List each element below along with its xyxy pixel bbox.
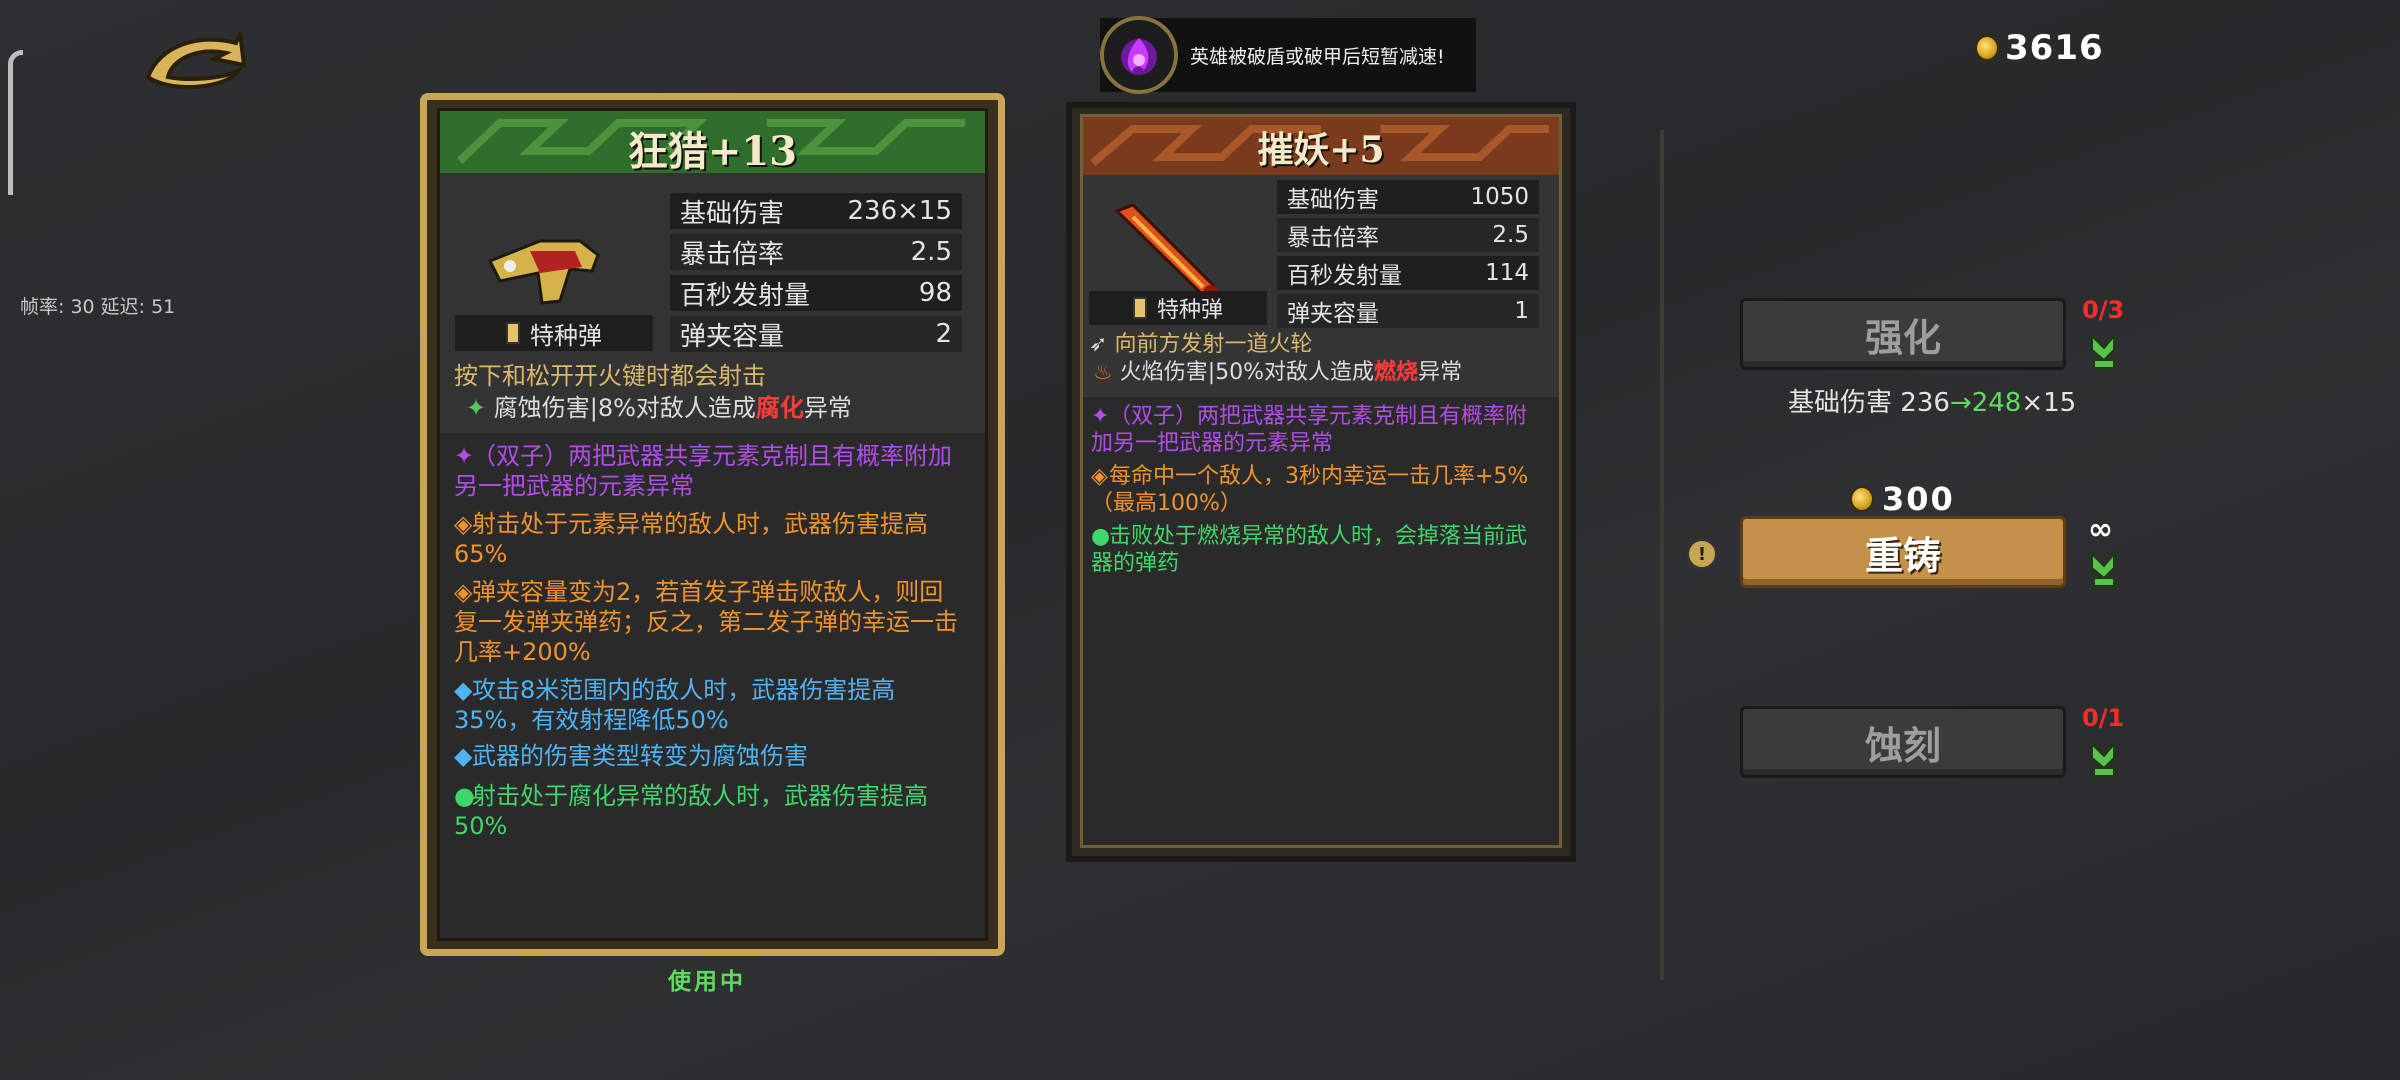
stat-value: 114 [1485, 260, 1529, 286]
perk-item: ◆武器的伤害类型转变为腐蚀伤害 [454, 742, 808, 770]
perk-item: ◈弹夹容量变为2，若首发子弹击败敌人，则回复一发弹夹弹药；反之，第二发子弹的幸运… [454, 578, 958, 666]
reforge-cost: 300 [1850, 480, 1955, 518]
perk-text: 武器的伤害类型转变为腐蚀伤害 [472, 742, 808, 770]
fps-latency-readout: 帧率: 30 延迟: 51 [20, 296, 176, 318]
gold-coin-icon [1850, 486, 1874, 512]
perk-item: ◈射击处于元素异常的敌人时，武器伤害提高65% [454, 510, 928, 568]
back-arrow-icon [145, 32, 247, 89]
gold-counter: 3616 [1975, 28, 2104, 68]
fire-icon: ♨ [1093, 360, 1113, 385]
perk-item: ◈每命中一个敌人，3秒内幸运一击几率+5%（最高100%） [1091, 464, 1529, 516]
damage-text: 火焰伤害|50%对敌人造成 [1119, 360, 1375, 385]
upgrade-preview-suffix: ×15 [2021, 388, 2077, 418]
perk-text: 弹夹容量变为2，若首发子弹击败敌人，则回复一发弹夹弹药；反之，第二发子弹的幸运一… [454, 578, 958, 666]
stat-label: 基础伤害 [680, 198, 785, 229]
weapon-description: 按下和松开开火键时都会射击 [454, 362, 766, 390]
ammo-label: 特种弹 [530, 321, 602, 350]
stat-row: 基础伤害 236×15 [670, 193, 962, 229]
status-effect-text: 腐化 [755, 394, 804, 422]
stat-row: 暴击倍率 2.5 [1277, 218, 1539, 252]
stat-label: 弹夹容量 [680, 321, 785, 352]
upgrade-preview-from: 236 [1900, 388, 1950, 418]
equipped-status: 使用中 [668, 969, 746, 995]
notice-banner: 英雄被破盾或破甲后短暂减速! [1100, 16, 1476, 94]
upgrade-button[interactable]: 强化 [1740, 298, 2066, 370]
stat-label: 弹夹容量 [1287, 301, 1379, 327]
green-up-arrow-icon [2091, 551, 2115, 587]
weapon-card-compare[interactable]: 摧妖+5 特种弹 基础伤害 1050 暴击倍率 2.5 百秒发射量 114 弹夹容量 1… [1066, 102, 1576, 862]
reforge-count: ∞ [2088, 512, 2113, 547]
perk-text: 射击处于元素异常的敌人时，武器伤害提高65% [454, 510, 928, 568]
stat-row: 百秒发射量 98 [670, 275, 962, 311]
perk-text: 攻击8米范围内的敌人时，武器伤害提高35%，有效射程降低50% [454, 676, 896, 734]
stat-label: 百秒发射量 [680, 280, 811, 311]
weapon-card-equipped[interactable]: 狂猎+13 特种弹 基础伤害 236×15 暴击倍率 2.5 百秒发射量 98 弹夹容… [420, 93, 1005, 956]
weapon-description: ➶ 向前方发射一道火轮 [1089, 331, 1312, 358]
stat-value: 236×15 [847, 196, 953, 226]
stat-value: 2.5 [910, 237, 952, 267]
stat-value: 1 [1514, 298, 1529, 324]
stat-row: 暴击倍率 2.5 [670, 234, 962, 270]
upgrade-preview-label: 基础伤害 [1788, 388, 1893, 418]
stat-row: 弹夹容量 2 [670, 316, 962, 352]
damage-description: ♨ 火焰伤害|50%对敌人造成燃烧异常 [1093, 359, 1462, 386]
weapon-description-text: 向前方发射一道火轮 [1114, 332, 1313, 357]
engrave-count: 0/1 [2082, 704, 2125, 732]
green-up-arrow-icon [2091, 333, 2115, 369]
reforge-button[interactable]: 重铸 [1740, 516, 2066, 588]
notice-text: 英雄被破盾或破甲后短暂减速! [1190, 45, 1445, 68]
perk-text: 射击处于腐化异常的敌人时，武器伤害提高50% [454, 782, 928, 840]
ammo-type: 特种弹 [455, 315, 653, 351]
perk-text: （双子）两把武器共享元素克制且有概率附加另一把武器的元素异常 [454, 442, 952, 500]
upgrade-preview-to: 248 [1971, 388, 2022, 418]
weapon-title: 摧妖+5 [1257, 129, 1385, 171]
status-effect-text: 燃烧 [1374, 360, 1419, 385]
stat-label: 暴击倍率 [1287, 225, 1379, 251]
damage-suffix: 异常 [803, 394, 852, 422]
perk-item: ✦（双子）两把武器共享元素克制且有概率附加另一把武器的元素异常 [1091, 404, 1528, 456]
stat-label: 暴击倍率 [680, 239, 785, 270]
stat-label: 百秒发射量 [1287, 263, 1402, 289]
ammo-icon [506, 322, 520, 344]
stat-value: 1050 [1470, 184, 1529, 210]
ammo-type: 特种弹 [1089, 291, 1267, 325]
fire-sword-icon [1103, 195, 1233, 305]
gold-amount: 3616 [2005, 28, 2104, 68]
perk-item: ●击败处于燃烧异常的敌人时，会掉落当前武器的弹药 [1091, 524, 1528, 576]
damage-text: 腐蚀伤害|8%对敌人造成 [493, 394, 756, 422]
stat-label: 基础伤害 [1287, 187, 1379, 213]
stat-value: 98 [918, 278, 952, 308]
perk-item: ◆攻击8米范围内的敌人时，武器伤害提高35%，有效射程降低50% [454, 676, 896, 734]
stat-value: 2 [935, 319, 952, 349]
upgrade-preview: 基础伤害 236→248×15 [1788, 382, 2076, 419]
ammo-label: 特种弹 [1156, 298, 1223, 323]
purple-flame-icon [1100, 16, 1178, 94]
shotgun-icon [480, 211, 610, 311]
weapon-title: 狂猎+13 [627, 128, 798, 175]
corrosion-icon: ✦ [466, 394, 487, 422]
green-up-arrow-icon [2091, 741, 2115, 777]
ammo-icon [1132, 297, 1147, 319]
perk-text: （双子）两把武器共享元素克制且有概率附加另一把武器的元素异常 [1091, 404, 1528, 456]
damage-description: ✦ 腐蚀伤害|8%对敌人造成腐化异常 [466, 393, 852, 423]
perk-text: 每命中一个敌人，3秒内幸运一击几率+5%（最高100%） [1091, 464, 1529, 516]
wind-icon: ➶ [1089, 332, 1108, 357]
perk-text: 击败处于燃烧异常的敌人时，会掉落当前武器的弹药 [1091, 524, 1528, 576]
side-drawer-handle[interactable] [8, 50, 23, 195]
back-button[interactable] [140, 25, 250, 95]
perk-item: ●射击处于腐化异常的敌人时，武器伤害提高50% [454, 782, 928, 840]
gold-coin-icon [1975, 35, 1999, 61]
panel-divider [1660, 130, 1664, 980]
reforge-cost-value: 300 [1882, 480, 1955, 518]
info-icon[interactable]: ! [1686, 538, 1718, 570]
stat-row: 弹夹容量 1 [1277, 294, 1539, 328]
stat-row: 百秒发射量 114 [1277, 256, 1539, 290]
upgrade-preview-arrow: → [1949, 388, 1972, 418]
engrave-button[interactable]: 蚀刻 [1740, 706, 2066, 778]
stat-row: 基础伤害 1050 [1277, 180, 1539, 214]
damage-suffix: 异常 [1418, 360, 1463, 385]
stat-value: 2.5 [1492, 222, 1529, 248]
upgrade-count: 0/3 [2082, 296, 2125, 324]
perk-item: ✦（双子）两把武器共享元素克制且有概率附加另一把武器的元素异常 [454, 442, 952, 500]
